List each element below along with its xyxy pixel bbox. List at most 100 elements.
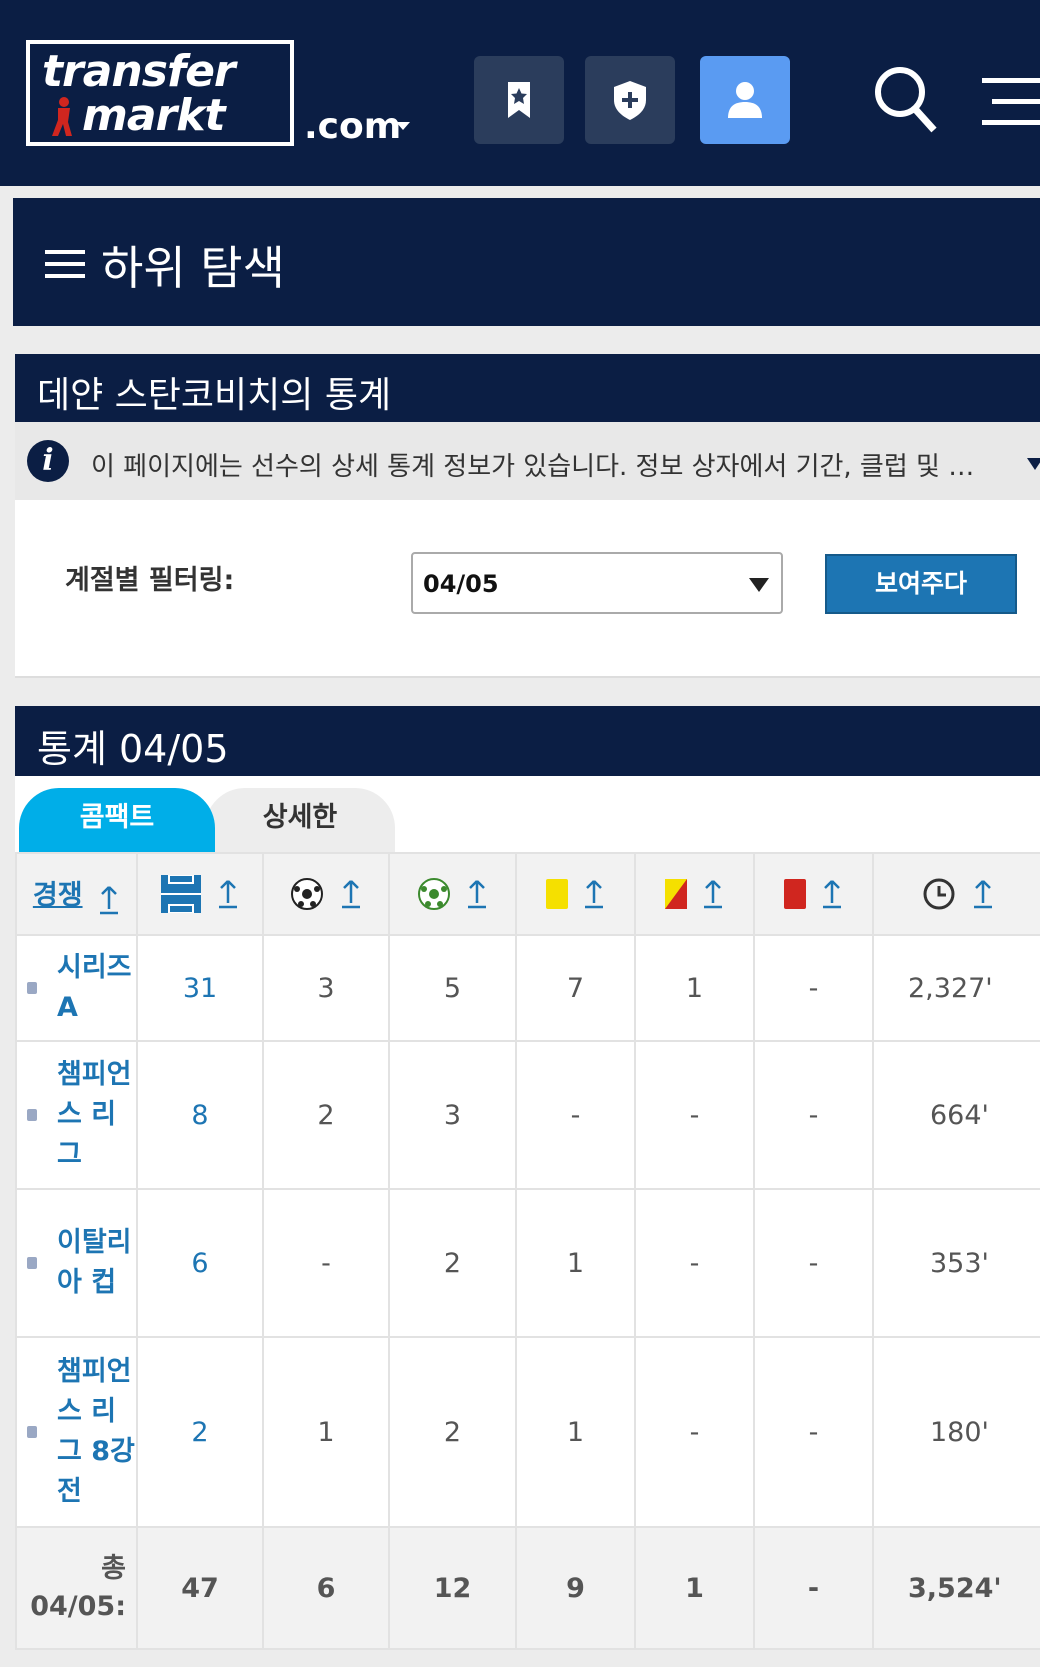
red-cards-cell: - [753, 1188, 874, 1338]
column-header-goals[interactable] [262, 852, 390, 936]
yellow-cards-cell: 1 [515, 1336, 636, 1528]
total-appearances: 47 [136, 1526, 264, 1650]
domain-selector[interactable]: .com [304, 106, 401, 147]
competition-link[interactable]: 챔피언스 리그 8강전 [57, 1352, 137, 1512]
sub-navigation-toggle[interactable]: 하위 탐색 [13, 198, 1040, 326]
appearances-cell[interactable]: 8 [136, 1040, 264, 1190]
clock-icon [923, 878, 955, 910]
site-header: transfer markt .com [0, 0, 1040, 186]
assists-cell: 5 [388, 934, 517, 1042]
total-goals: 6 [262, 1526, 390, 1650]
football-assists-icon [417, 878, 450, 910]
info-bar[interactable]: i 이 페이지에는 선수의 상세 통계 정보가 있습니다. 정보 상자에서 기간… [15, 422, 1040, 500]
tab-detailed[interactable]: 상세한 [205, 788, 395, 852]
goals-cell: - [262, 1188, 390, 1338]
sort-icon[interactable] [466, 879, 488, 909]
sort-icon[interactable] [340, 879, 362, 909]
red-cards-cell: - [753, 1040, 874, 1190]
second-yellow-card-icon [664, 879, 687, 909]
appearances-cell[interactable]: 6 [136, 1188, 264, 1338]
user-icon [728, 82, 762, 118]
table-row: 챔피언스 리그 8 2 3 - - - 664' [15, 1040, 1040, 1190]
total-assists: 12 [388, 1526, 517, 1650]
assists-cell: 3 [388, 1040, 517, 1190]
competition-cell[interactable]: 챔피언스 리그 8강전 [15, 1336, 138, 1528]
season-select-value: 04/05 [423, 570, 499, 598]
season-filter: 계절별 필터링: 04/05 보여주다 [15, 500, 1040, 678]
show-button[interactable]: 보여주다 [825, 554, 1017, 614]
yellow-cards-cell: 1 [515, 1188, 636, 1338]
competition-link[interactable]: 이탈리아 컵 [57, 1223, 137, 1303]
sort-icon[interactable] [821, 879, 843, 909]
yellow-card-icon [545, 879, 568, 909]
total-row: 총 04/05: 47 6 12 9 1 - 3,524' [15, 1526, 1040, 1650]
total-red-cards: - [753, 1526, 874, 1650]
season-filter-label: 계절별 필터링: [65, 565, 235, 596]
season-stats-title: 통계 04/05 [37, 727, 229, 771]
table-row: 시리즈 A 31 3 5 7 1 - 2,327' [15, 934, 1040, 1042]
stats-table: 경쟁 시리즈 A 31 3 5 7 1 - 2,327' 챔피언스 리그 8 2… [15, 852, 1040, 1650]
competition-cell[interactable]: 시리즈 A [15, 934, 138, 1042]
sort-icon[interactable] [583, 879, 605, 909]
red-cards-cell: - [753, 934, 874, 1042]
sort-icon[interactable] [702, 879, 724, 909]
competition-header-label[interactable]: 경쟁 [33, 880, 83, 911]
season-select[interactable]: 04/05 [411, 552, 783, 614]
pitch-appearances-icon [161, 875, 202, 913]
transfermarkt-logo[interactable]: transfer markt [26, 40, 294, 146]
minutes-cell: 353' [872, 1188, 1040, 1338]
tab-compact[interactable]: 콤팩트 [19, 788, 215, 852]
table-row: 이탈리아 컵 6 - 2 1 - - 353' [15, 1188, 1040, 1338]
yellow-cards-cell: - [515, 1040, 636, 1190]
sort-icon[interactable] [972, 879, 994, 909]
assists-cell: 2 [388, 1336, 517, 1528]
red-card-icon [783, 879, 806, 909]
competition-link[interactable]: 시리즈 A [57, 948, 137, 1028]
column-header-yellow-cards[interactable] [515, 852, 636, 936]
season-stats-box-header: 통계 04/05 [15, 706, 1040, 776]
competition-link[interactable]: 챔피언스 리그 [57, 1055, 137, 1175]
appearances-cell[interactable]: 2 [136, 1336, 264, 1528]
player-stats-title: 데얀 스탄코비치의 통계 [37, 375, 392, 416]
football-goals-icon [291, 878, 324, 910]
search-icon[interactable] [872, 64, 940, 136]
second-yellow-cell: 1 [634, 934, 755, 1042]
table-row: 챔피언스 리그 8강전 2 1 2 1 - - 180' [15, 1336, 1040, 1528]
player-stats-box-header: 데얀 스탄코비치의 통계 [15, 354, 1040, 422]
second-yellow-cell: - [634, 1188, 755, 1338]
assists-cell: 2 [388, 1188, 517, 1338]
total-second-yellow: 1 [634, 1526, 755, 1650]
column-header-assists[interactable] [388, 852, 517, 936]
sort-icon[interactable] [98, 885, 120, 915]
second-yellow-cell: - [634, 1040, 755, 1190]
column-header-appearances[interactable] [136, 852, 264, 936]
column-header-red-cards[interactable] [753, 852, 874, 936]
minutes-cell: 180' [872, 1336, 1040, 1528]
appearances-cell[interactable]: 31 [136, 934, 264, 1042]
expand-caret-icon[interactable] [1027, 458, 1040, 470]
column-header-second-yellow[interactable] [634, 852, 755, 936]
competition-logo-icon [27, 1426, 37, 1438]
info-icon: i [27, 440, 69, 482]
competition-cell[interactable]: 챔피언스 리그 [15, 1040, 138, 1190]
sub-navigation-title: 하위 탐색 [101, 241, 285, 295]
list-menu-icon [45, 250, 85, 278]
watchlist-button[interactable] [474, 56, 564, 144]
total-label: 총 04/05: [15, 1526, 138, 1650]
goals-cell: 3 [262, 934, 390, 1042]
competition-cell[interactable]: 이탈리아 컵 [15, 1188, 138, 1338]
hamburger-menu-icon[interactable] [978, 76, 1040, 128]
profile-button[interactable] [700, 56, 790, 144]
minutes-cell: 664' [872, 1040, 1040, 1190]
chevron-down-icon [749, 578, 769, 592]
yellow-cards-cell: 7 [515, 934, 636, 1042]
competition-logo-icon [27, 1109, 37, 1121]
column-header-minutes[interactable] [872, 852, 1040, 936]
sort-icon[interactable] [217, 879, 239, 909]
column-header-competition[interactable]: 경쟁 [15, 852, 138, 936]
chevron-down-icon[interactable] [396, 122, 410, 130]
club-follow-button[interactable] [585, 56, 675, 144]
logo-player-icon [52, 97, 72, 136]
logo-text-markt: markt [82, 90, 226, 141]
table-header-row: 경쟁 [15, 852, 1040, 936]
